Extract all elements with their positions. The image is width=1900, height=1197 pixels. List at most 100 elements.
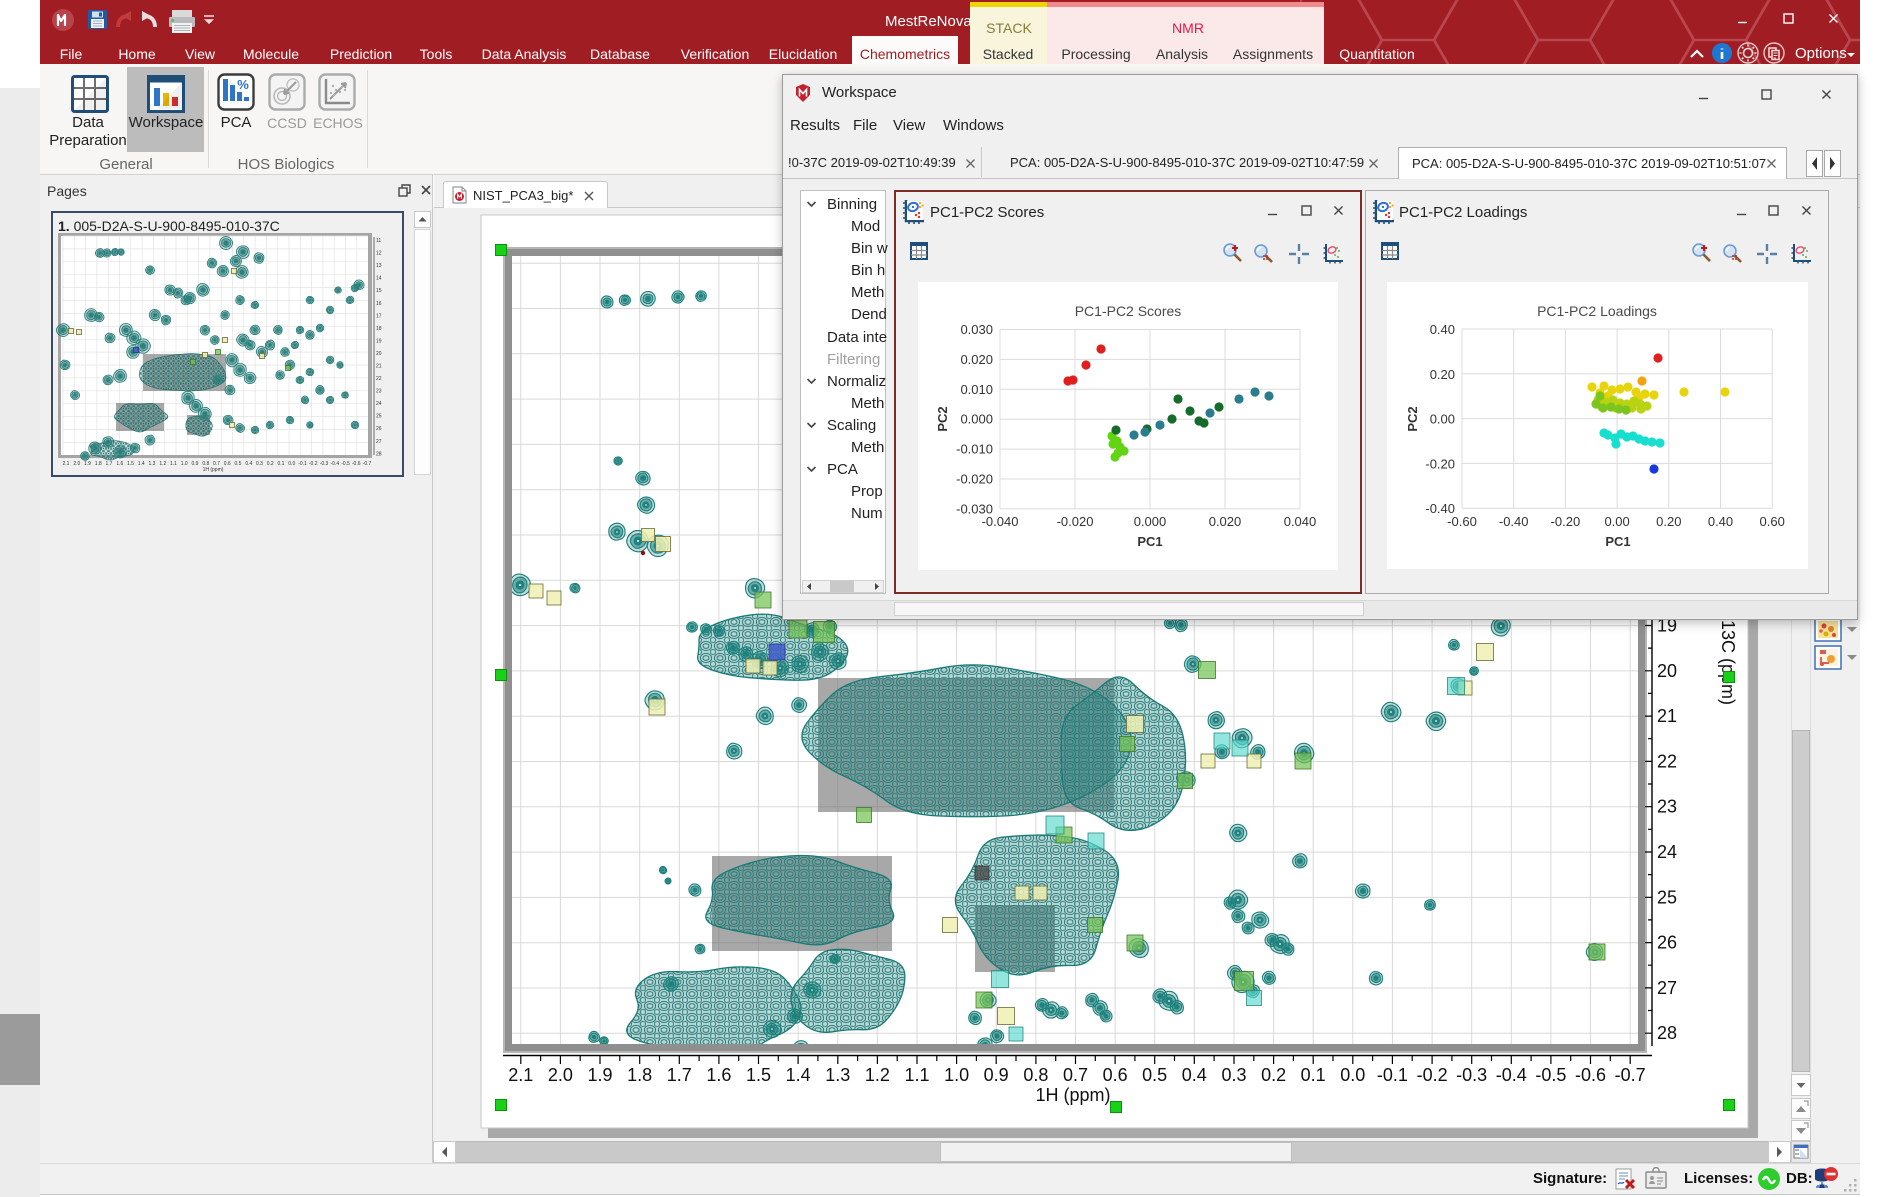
svg-text:PC1-PC2 Loadings: PC1-PC2 Loadings <box>1537 303 1657 319</box>
svg-text:-0.4: -0.4 <box>1496 1065 1527 1085</box>
svg-text:1.7: 1.7 <box>667 1065 692 1085</box>
svg-text:0.9: 0.9 <box>984 1065 1009 1085</box>
svg-text:13C (ppm): 13C (ppm) <box>1718 620 1738 705</box>
svg-text:0.40: 0.40 <box>1430 322 1455 337</box>
svg-text:0.0: 0.0 <box>288 461 295 467</box>
svg-text:-0.5: -0.5 <box>1535 1065 1566 1085</box>
svg-text:0.6: 0.6 <box>224 461 231 467</box>
svg-text:-0.20: -0.20 <box>1425 456 1455 471</box>
svg-text:2.0: 2.0 <box>73 461 80 467</box>
svg-text:1.9: 1.9 <box>84 461 91 467</box>
svg-text:0.20: 0.20 <box>1430 367 1455 382</box>
svg-text:0.8: 0.8 <box>1023 1065 1048 1085</box>
svg-text:0.2: 0.2 <box>1261 1065 1286 1085</box>
svg-text:1.8: 1.8 <box>627 1065 652 1085</box>
svg-text:0.9: 0.9 <box>192 461 199 467</box>
svg-text:1.6: 1.6 <box>116 461 123 467</box>
svg-text:0.4: 0.4 <box>1182 1065 1207 1085</box>
svg-text:-0.1: -0.1 <box>1377 1065 1408 1085</box>
svg-text:24: 24 <box>1657 842 1677 862</box>
svg-text:0.60: 0.60 <box>1760 514 1785 529</box>
svg-text:27: 27 <box>1657 978 1677 998</box>
svg-text:PC1: PC1 <box>1137 534 1162 549</box>
svg-text:2.1: 2.1 <box>508 1065 533 1085</box>
svg-text:0.1: 0.1 <box>278 461 285 467</box>
svg-text:23: 23 <box>1657 797 1677 817</box>
svg-text:PC1-PC2 Scores: PC1-PC2 Scores <box>1075 303 1182 319</box>
svg-text:0.1: 0.1 <box>1301 1065 1326 1085</box>
svg-text:0.020: 0.020 <box>1209 514 1242 529</box>
svg-text:-0.40: -0.40 <box>1499 514 1529 529</box>
svg-text:-0.020: -0.020 <box>1057 514 1094 529</box>
svg-text:0.000: 0.000 <box>1134 514 1167 529</box>
svg-text:1.8: 1.8 <box>95 461 102 467</box>
svg-text:-0.7: -0.7 <box>363 461 372 467</box>
svg-text:23: 23 <box>376 389 382 395</box>
svg-text:1.4: 1.4 <box>786 1065 811 1085</box>
svg-text:0.030: 0.030 <box>960 322 993 337</box>
svg-text:26: 26 <box>1657 933 1677 953</box>
svg-text:19: 19 <box>376 338 382 344</box>
svg-text:27: 27 <box>376 439 382 445</box>
svg-text:0.00: 0.00 <box>1604 514 1629 529</box>
svg-text:11: 11 <box>376 238 381 244</box>
svg-text:1.1: 1.1 <box>170 461 177 467</box>
svg-text:1.3: 1.3 <box>149 461 156 467</box>
svg-text:16: 16 <box>376 301 382 307</box>
svg-text:0.5: 0.5 <box>1142 1065 1167 1085</box>
svg-text:-0.4: -0.4 <box>330 461 339 467</box>
svg-text:-0.5: -0.5 <box>341 461 350 467</box>
svg-text:1.1: 1.1 <box>904 1065 929 1085</box>
svg-text:%: % <box>237 77 249 92</box>
svg-text:21: 21 <box>1657 706 1677 726</box>
svg-text:15: 15 <box>376 288 382 294</box>
svg-text:1.2: 1.2 <box>159 461 166 467</box>
svg-text:13: 13 <box>376 263 382 269</box>
svg-text:PC2: PC2 <box>935 406 950 431</box>
svg-text:1.2: 1.2 <box>865 1065 890 1085</box>
svg-text:21: 21 <box>376 364 382 370</box>
svg-text:2.1: 2.1 <box>63 461 70 467</box>
svg-text:0.5: 0.5 <box>235 461 242 467</box>
svg-text:1.9: 1.9 <box>587 1065 612 1085</box>
svg-text:17: 17 <box>376 313 382 319</box>
svg-text:-0.6: -0.6 <box>352 461 361 467</box>
svg-text:25: 25 <box>1657 887 1677 907</box>
svg-text:1.0: 1.0 <box>944 1065 969 1085</box>
svg-text:20: 20 <box>1657 661 1677 681</box>
svg-text:-0.20: -0.20 <box>1551 514 1581 529</box>
svg-text:26: 26 <box>376 426 382 432</box>
svg-text:-0.2: -0.2 <box>1417 1065 1448 1085</box>
svg-text:1H (ppm): 1H (ppm) <box>203 467 224 473</box>
svg-text:0.00: 0.00 <box>1430 412 1455 427</box>
svg-text:0.7: 0.7 <box>1063 1065 1088 1085</box>
svg-text:-0.7: -0.7 <box>1615 1065 1646 1085</box>
svg-text:0.6: 0.6 <box>1103 1065 1128 1085</box>
svg-text:12: 12 <box>376 251 382 257</box>
svg-text:1.3: 1.3 <box>825 1065 850 1085</box>
svg-text:PC2: PC2 <box>1405 406 1420 431</box>
svg-text:20: 20 <box>376 351 382 357</box>
svg-text:1.5: 1.5 <box>746 1065 771 1085</box>
svg-text:0.0: 0.0 <box>1340 1065 1365 1085</box>
svg-text:22: 22 <box>376 376 382 382</box>
svg-text:-0.040: -0.040 <box>982 514 1019 529</box>
svg-text:0.3: 0.3 <box>1221 1065 1246 1085</box>
svg-text:1.7: 1.7 <box>106 461 113 467</box>
svg-text:1H (ppm): 1H (ppm) <box>1035 1085 1110 1105</box>
svg-text:0.3: 0.3 <box>256 461 263 467</box>
svg-text:-0.3: -0.3 <box>320 461 329 467</box>
svg-text:1.6: 1.6 <box>706 1065 731 1085</box>
svg-text:0.2: 0.2 <box>267 461 274 467</box>
svg-text:0.20: 0.20 <box>1656 514 1681 529</box>
svg-text:14: 14 <box>376 276 382 282</box>
svg-text:-0.3: -0.3 <box>1456 1065 1487 1085</box>
svg-text:-0.020: -0.020 <box>956 472 993 487</box>
svg-text:2.0: 2.0 <box>548 1065 573 1085</box>
svg-text:-0.60: -0.60 <box>1447 514 1477 529</box>
svg-text:-0.1: -0.1 <box>298 461 307 467</box>
svg-text:-0.010: -0.010 <box>956 442 993 457</box>
svg-text:0.010: 0.010 <box>960 382 993 397</box>
svg-text:28: 28 <box>1657 1023 1677 1043</box>
svg-text:25: 25 <box>376 414 382 420</box>
